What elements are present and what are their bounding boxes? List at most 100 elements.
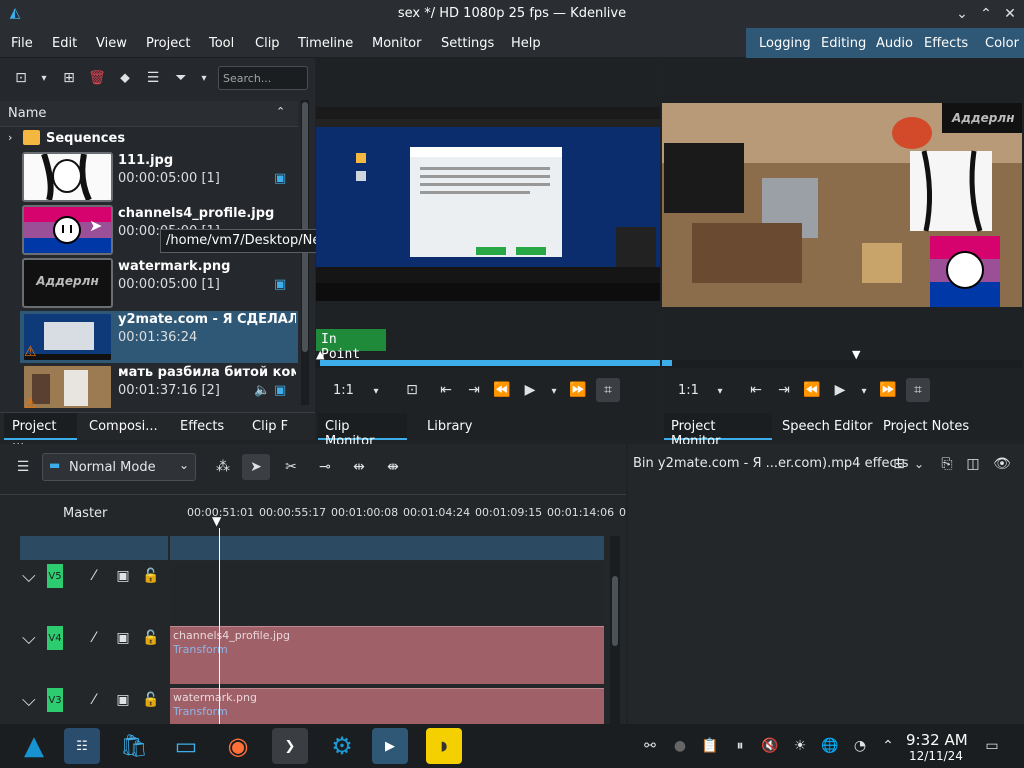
play-icon[interactable]: ▶ xyxy=(520,380,540,400)
select-tool-icon[interactable]: ➤ xyxy=(242,454,270,480)
fullscreen-icon[interactable]: ⊡ xyxy=(402,380,422,400)
compare-icon[interactable]: ⊟ xyxy=(890,455,908,473)
layout-audio[interactable]: Audio xyxy=(876,36,913,51)
menu-clip[interactable]: Clip xyxy=(255,36,280,51)
tab-compositions[interactable]: Composi... xyxy=(89,419,158,434)
lock-icon[interactable]: 🔓 xyxy=(141,628,161,648)
play-icon[interactable]: ▶ xyxy=(830,380,850,400)
tag-icon[interactable]: ⬥ xyxy=(116,69,134,87)
collapse-track-icon[interactable]: ⌵ xyxy=(22,566,36,587)
sequences-folder[interactable]: Sequences xyxy=(46,131,125,146)
layout-color[interactable]: Color xyxy=(985,36,1019,51)
menu-project[interactable]: Project xyxy=(146,36,190,51)
effects-wand-icon[interactable]: ⁄ xyxy=(84,690,104,710)
clip-monitor-video[interactable] xyxy=(316,107,660,301)
brightness-icon[interactable]: ☀ xyxy=(790,736,810,756)
system-settings-icon[interactable]: ☷ xyxy=(64,728,100,764)
track-v5-lane[interactable] xyxy=(170,562,604,624)
edit-mode-select[interactable]: ▬ Normal Mode ⌄ xyxy=(42,453,196,481)
volume-muted-icon[interactable]: 🔇 xyxy=(760,736,780,756)
list-view-icon[interactable]: ☰ xyxy=(144,69,162,87)
rewind-icon[interactable]: ⏪ xyxy=(802,380,822,400)
set-out-icon[interactable]: ⇥ xyxy=(774,380,794,400)
banana-app-icon[interactable]: ◗ xyxy=(426,728,462,764)
clip-monitor-ruler[interactable] xyxy=(316,360,661,368)
maximize-icon[interactable]: ⌃ xyxy=(976,4,996,24)
playhead-icon[interactable]: ▼ xyxy=(212,514,221,528)
file-manager-icon[interactable]: ▭ xyxy=(168,728,204,764)
film-icon[interactable]: ▣ xyxy=(113,566,133,586)
slide-tool-icon[interactable]: ⇼ xyxy=(382,456,404,478)
timeline-scrollbar[interactable] xyxy=(610,536,620,724)
effects-wand-icon[interactable]: ⁄ xyxy=(84,566,104,586)
chevron-down-icon[interactable]: ▾ xyxy=(368,382,384,400)
project-monitor-ruler[interactable] xyxy=(662,360,1022,368)
delete-icon[interactable]: 🗑 xyxy=(88,69,106,87)
terminal-icon[interactable]: ❯ xyxy=(272,728,308,764)
tab-project-bin[interactable]: Project ... xyxy=(4,413,77,449)
tab-speech-editor[interactable]: Speech Editor xyxy=(782,419,873,434)
timeline-clip[interactable]: watermark.png Transform xyxy=(170,688,604,724)
menu-timeline[interactable]: Timeline xyxy=(298,36,353,51)
tab-project-notes[interactable]: Project Notes xyxy=(883,419,969,434)
project-monitor-video[interactable]: Аддерлн xyxy=(662,103,1022,307)
forward-icon[interactable]: ⏩ xyxy=(568,380,588,400)
menu-edit[interactable]: Edit xyxy=(52,36,77,51)
slip-tool-icon[interactable]: ⊸ xyxy=(314,456,336,478)
timeline-clip[interactable]: channels4_profile.jpg Transform xyxy=(170,626,604,684)
minimize-icon[interactable]: ⌄ xyxy=(952,4,972,24)
add-clip-icon[interactable]: ⊡ xyxy=(12,69,30,87)
chevron-down-icon[interactable]: ⌄ xyxy=(912,455,926,473)
track-badge-v5[interactable]: V5 xyxy=(47,564,63,588)
effects-wand-icon[interactable]: ⁄ xyxy=(84,628,104,648)
menu-monitor[interactable]: Monitor xyxy=(372,36,421,51)
menu-view[interactable]: View xyxy=(96,36,127,51)
menu-tool[interactable]: Tool xyxy=(209,36,234,51)
menu-settings[interactable]: Settings xyxy=(441,36,494,51)
layout-effects[interactable]: Effects xyxy=(924,36,968,51)
set-in-icon[interactable]: ⇤ xyxy=(436,380,456,400)
track-badge-v4[interactable]: V4 xyxy=(47,626,63,650)
rewind-icon[interactable]: ⏪ xyxy=(492,380,512,400)
tab-clip-properties[interactable]: Clip F xyxy=(252,419,288,434)
razor-tool-icon[interactable]: ✂ xyxy=(280,456,302,478)
app-launcher-icon[interactable]: ▲ xyxy=(16,728,52,764)
menu-file[interactable]: File xyxy=(11,36,33,51)
spacer-tool-icon[interactable]: ⁂ xyxy=(212,456,234,478)
chevron-down-icon[interactable]: ▾ xyxy=(712,382,728,400)
filter-icon[interactable]: ⏷ xyxy=(172,69,190,87)
chevron-down-icon[interactable]: ▾ xyxy=(196,69,212,87)
menu-help[interactable]: Help xyxy=(511,36,541,51)
set-out-icon[interactable]: ⇥ xyxy=(464,380,484,400)
status-icon[interactable]: ● xyxy=(670,736,690,756)
clock-date[interactable]: 12/11/24 xyxy=(909,749,963,763)
collapse-track-icon[interactable]: ⌵ xyxy=(22,628,36,649)
update-icon[interactable]: ◔ xyxy=(850,736,870,756)
add-folder-icon[interactable]: ⊞ xyxy=(60,69,78,87)
clip-thumbnail[interactable]: Аддерлн xyxy=(22,258,113,308)
master-label[interactable]: Master xyxy=(63,506,107,521)
network-icon[interactable]: 🌐 xyxy=(820,736,840,756)
track-badge-v3[interactable]: V3 xyxy=(47,688,63,712)
split-view-icon[interactable]: ◫ xyxy=(964,455,982,473)
layout-logging[interactable]: Logging xyxy=(759,36,811,51)
connect-icon[interactable]: ⚯ xyxy=(640,736,660,756)
show-desktop-icon[interactable]: ▭ xyxy=(982,736,1002,756)
crop-icon[interactable]: ⌗ xyxy=(906,378,930,402)
ripple-tool-icon[interactable]: ⇹ xyxy=(348,456,370,478)
steam-icon[interactable]: ⚙ xyxy=(324,728,360,764)
track-settings-icon[interactable]: ☰ xyxy=(12,457,34,477)
lock-icon[interactable]: 🔓 xyxy=(141,566,161,586)
film-icon[interactable]: ▣ xyxy=(113,628,133,648)
close-icon[interactable]: ✕ xyxy=(1000,4,1020,24)
clock-time[interactable]: 9:32 AM xyxy=(906,731,968,749)
chevron-down-icon[interactable]: ▾ xyxy=(36,69,52,87)
chevron-up-icon[interactable]: ⌃ xyxy=(878,736,898,756)
set-in-icon[interactable]: ⇤ xyxy=(746,380,766,400)
tab-clip-monitor[interactable]: Clip Monitor xyxy=(318,413,407,449)
discover-icon[interactable]: 🛍 xyxy=(116,728,152,764)
collapse-track-icon[interactable]: ⌵ xyxy=(22,690,36,711)
tab-effects[interactable]: Effects xyxy=(180,419,224,434)
lock-icon[interactable]: 🔓 xyxy=(141,690,161,710)
bin-search-input[interactable]: Search... xyxy=(218,66,308,90)
